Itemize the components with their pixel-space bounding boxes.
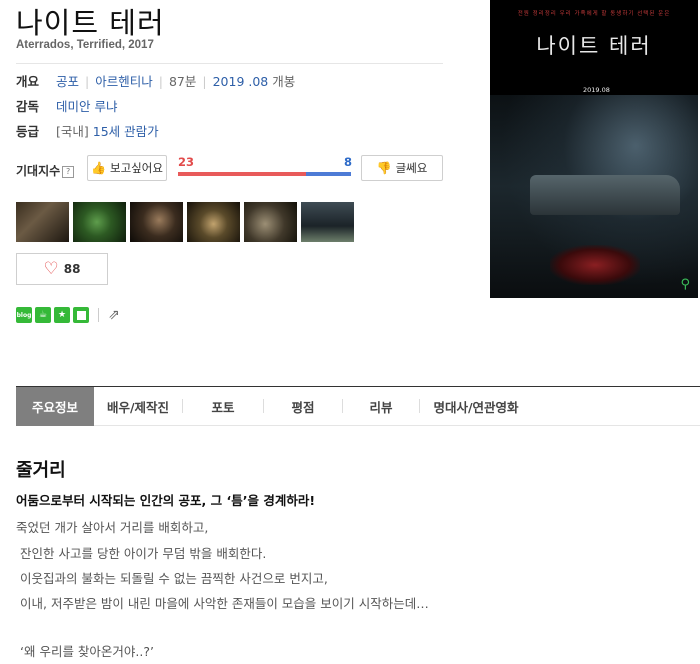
- share-row: blog ☕ ★ ⇗: [16, 307, 120, 323]
- synopsis-line: 잔인한 사고를 당한 아이가 무덤 밖을 배회한다.: [20, 546, 267, 561]
- country-link[interactable]: 아르헨티나: [95, 74, 153, 89]
- want-count: 23: [178, 155, 195, 169]
- poster-date: 2019.08: [583, 86, 610, 94]
- synopsis-headline: 어둠으로부터 시작되는 인간의 공포, 그 ‘틈’을 경계하라!: [16, 493, 316, 508]
- movie-original-title: Aterrados, Terrified, 2017: [16, 39, 154, 51]
- genre-link[interactable]: 공포: [56, 74, 79, 89]
- synopsis-line: 이내, 저주받은 밤이 내린 마을에 사악한 존재들이 모습을 보이기 시작하는…: [20, 596, 429, 611]
- tab-bar: 주요정보 배우/제작진 포토 평점 리뷰 명대사/연관영화: [16, 386, 700, 426]
- tab-main-info[interactable]: 주요정보: [16, 387, 94, 426]
- divider: [16, 63, 443, 64]
- separator: |: [158, 74, 163, 89]
- expectation-bar-want-fill: [178, 172, 307, 176]
- poster-figure-shape: [550, 245, 640, 285]
- movie-poster[interactable]: 전원 정리정리 우리 가족에게 할 동생하기 선택된 운은 나이트 테러 201…: [490, 0, 698, 298]
- still-thumbnail[interactable]: [301, 202, 354, 242]
- tab-quotes-related[interactable]: 명대사/연관영화: [420, 387, 532, 426]
- zoom-search-icon[interactable]: ⚲: [680, 277, 690, 292]
- share-divider: [98, 308, 99, 322]
- want-to-see-label: 보고싶어요: [110, 161, 163, 175]
- cafe-share-icon[interactable]: ☕: [35, 307, 51, 323]
- expectation-label-text: 기대지수: [16, 164, 61, 178]
- tab-photo[interactable]: 포토: [183, 387, 263, 426]
- synopsis-heading: 줄거리: [16, 460, 66, 481]
- still-thumbnail[interactable]: [73, 202, 126, 242]
- share-icon[interactable]: ⇗: [108, 307, 120, 323]
- poster-scene: [490, 95, 698, 298]
- not-sure-label: 글쎄요: [395, 161, 428, 175]
- like-button[interactable]: ♡ 88: [16, 253, 108, 285]
- tab-review[interactable]: 리뷰: [343, 387, 419, 426]
- info-director-row: 감독 데미안 루냐: [16, 96, 117, 115]
- synopsis-line: 이웃집과의 불화는 되돌릴 수 없는 끔찍한 사건으로 번지고,: [20, 571, 328, 586]
- poster-bed-shape: [530, 175, 680, 215]
- help-icon[interactable]: ?: [62, 166, 75, 178]
- overview-label: 개요: [16, 74, 40, 89]
- release-suffix: 개봉: [272, 74, 296, 89]
- blog-share-icon[interactable]: blog: [16, 307, 32, 323]
- thumbs-up-icon: 👍: [91, 161, 107, 175]
- info-grade-row: 등급 [국내] 15세 관람가: [16, 121, 159, 140]
- director-label: 감독: [16, 99, 40, 114]
- expectation-label: 기대지수?: [16, 162, 75, 179]
- runtime: 87분: [168, 74, 197, 89]
- grade-label: 등급: [16, 124, 40, 139]
- heart-icon: ♡: [43, 258, 59, 279]
- synopsis-line: ‘왜 우리를 찾아온거야..?’: [20, 644, 154, 659]
- tab-cast-crew[interactable]: 배우/제작진: [94, 387, 182, 426]
- still-thumbnail[interactable]: [187, 202, 240, 242]
- still-thumbnail[interactable]: [130, 202, 183, 242]
- still-thumbnail[interactable]: [16, 202, 69, 242]
- separator: |: [202, 74, 207, 89]
- band-share-icon[interactable]: [73, 307, 89, 323]
- want-to-see-button[interactable]: 👍 보고싶어요: [87, 155, 167, 181]
- bookmark-star-icon[interactable]: ★: [54, 307, 70, 323]
- still-thumbnail[interactable]: [244, 202, 297, 242]
- poster-title: 나이트 테러: [536, 34, 652, 58]
- release-date-link[interactable]: 2019 .08: [213, 74, 269, 89]
- grade-link[interactable]: 15세 관람가: [93, 124, 159, 139]
- director-link[interactable]: 데미안 루냐: [56, 99, 117, 114]
- not-sure-button[interactable]: 👎 글쎄요: [361, 155, 443, 181]
- poster-tagline: 전원 정리정리 우리 가족에게 할 동생하기 선택된 운은: [517, 11, 671, 17]
- tab-rating[interactable]: 평점: [264, 387, 342, 426]
- stills-strip: [16, 202, 354, 242]
- info-overview-row: 개요 공포 | 아르헨티나 | 87분 | 2019 .08 개봉: [16, 71, 295, 90]
- thumbs-down-icon: 👎: [376, 161, 392, 175]
- like-count: 88: [63, 262, 81, 276]
- separator: |: [85, 74, 90, 89]
- synopsis-line: 죽었던 개가 살아서 거리를 배회하고,: [16, 520, 209, 535]
- grade-region: [국내]: [56, 124, 89, 139]
- movie-title: 나이트 테러: [16, 6, 165, 40]
- expectation-bar: [178, 172, 351, 176]
- not-sure-count: 8: [344, 155, 353, 169]
